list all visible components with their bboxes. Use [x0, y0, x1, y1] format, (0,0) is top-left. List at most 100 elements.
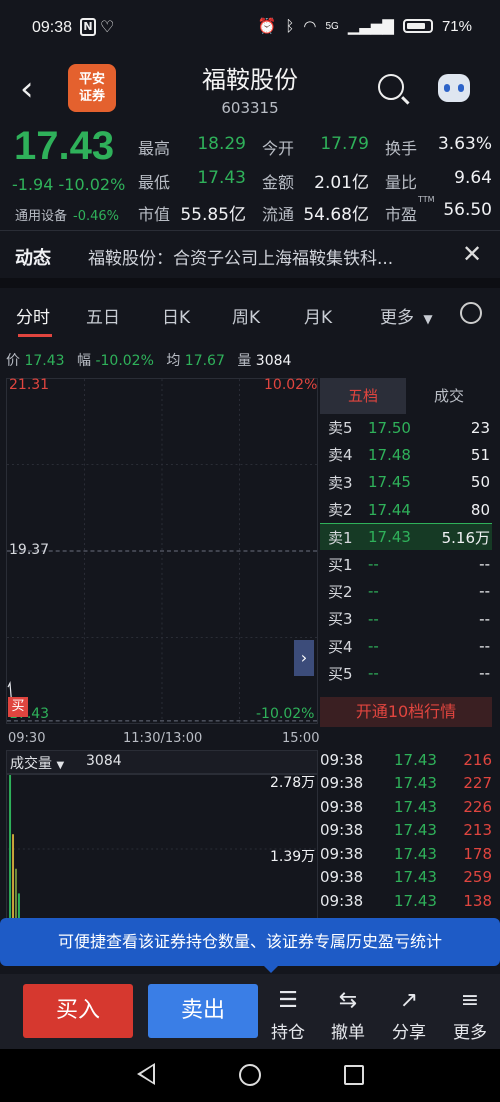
divider [0, 230, 500, 231]
vol-label: 量 [237, 353, 252, 369]
level-price: 17.44 [368, 500, 411, 519]
order-book-row[interactable]: 卖1 17.43 5.16万 [320, 523, 492, 551]
quote-value: 18.29 [197, 134, 246, 154]
volume-tick-high: 2.78万 [270, 775, 316, 791]
chevron-right-icon[interactable]: › [294, 640, 314, 676]
share-button[interactable]: ↗ 分享 [384, 988, 434, 1043]
tab-5day[interactable]: 五日 [86, 303, 120, 328]
section-gap [0, 278, 500, 288]
level-label: 买2 [328, 582, 353, 601]
trade-volume: 213 [463, 821, 492, 840]
trade-row: 09:38 17.43 259 [320, 866, 492, 890]
quote-value: 54.68亿 [303, 205, 369, 225]
back-arrow-icon[interactable]: ‹ [20, 72, 34, 106]
cancel-order-button[interactable]: ⇆ 撤单 [323, 988, 373, 1043]
quote-label: 今开 [262, 139, 295, 158]
share-label: 分享 [392, 1023, 426, 1043]
more-menu-icon: ≡ [460, 988, 480, 1013]
y-axis-top: 21.31 [9, 377, 50, 393]
search-icon[interactable] [378, 74, 404, 100]
trade-price: 17.43 [394, 821, 437, 840]
robot-assistant-icon[interactable] [438, 74, 470, 102]
tab-weekly-k[interactable]: 周K [232, 303, 260, 328]
level-price: 17.43 [368, 528, 411, 547]
order-book-rows: 卖5 17.50 23 卖4 17.48 51 卖3 17.45 50 卖2 17.44 80 卖1 17… [320, 414, 492, 687]
order-book-row[interactable]: 买4 -- -- [320, 632, 492, 659]
quote-value: 56.50 [443, 200, 492, 220]
avg-label: 均 [166, 353, 181, 369]
quote-value: 17.79 [320, 134, 369, 154]
trade-volume: 216 [463, 750, 492, 769]
volume-selector[interactable]: 成交量 ▼ [10, 753, 64, 773]
buy-button[interactable]: 买入 [23, 984, 133, 1038]
trade-price: 17.43 [394, 844, 437, 863]
trade-row: 09:38 17.43 178 [320, 842, 492, 866]
order-book-row[interactable]: 买3 -- -- [320, 605, 492, 632]
cancel-order-label: 撤单 [331, 1023, 365, 1043]
trade-volume: 226 [463, 797, 492, 816]
change-percent: -10.02% [58, 175, 126, 194]
news-headline[interactable]: 福鞍股份：合资子公司上海福鞍集铁科... [88, 244, 458, 269]
tab-intraday[interactable]: 分时 [16, 303, 50, 328]
tab-trades[interactable]: 成交 [406, 378, 492, 414]
bluetooth-icon: ᛒ [285, 17, 295, 35]
price-change: -1.94 -10.02% [12, 175, 125, 194]
order-book-row[interactable]: 买1 -- -- [320, 550, 492, 577]
nav-back-inner [141, 1066, 153, 1082]
sector-link[interactable]: 通用设备 -0.46% [15, 205, 119, 224]
holdings-button[interactable]: ☰ 持仓 [263, 988, 313, 1043]
order-book-row[interactable]: 买5 -- -- [320, 660, 492, 687]
quote-label: 市值 [138, 205, 171, 224]
holdings-icon: ☰ [278, 988, 298, 1013]
status-bar: 09:38 N ♡ ⏰ ᛒ ◠ 5G ▁▃▅▇ 71% [0, 0, 500, 58]
order-book-row[interactable]: 卖3 17.45 50 [320, 469, 492, 496]
trade-row: 09:38 17.43 216 [320, 748, 492, 772]
quote-label: 金额 [262, 173, 295, 192]
quote-label: 最低 [138, 173, 171, 192]
intraday-chart[interactable] [6, 378, 318, 724]
quote-label: 量比 [385, 173, 418, 192]
order-book-row[interactable]: 买2 -- -- [320, 578, 492, 605]
trade-row: 09:38 17.43 138 [320, 889, 492, 913]
alarm-icon: ⏰ [257, 18, 277, 35]
range-value: -10.02% [95, 353, 154, 369]
close-icon[interactable]: ✕ [462, 240, 482, 268]
level-volume: 80 [470, 500, 490, 519]
order-book: 五档 成交 卖5 17.50 23 卖4 17.48 51 卖3 17.45 50 卖2 17.44… [320, 378, 492, 687]
price-label: 价 [6, 353, 20, 369]
trade-price: 17.43 [394, 891, 437, 910]
level-label: 买1 [328, 555, 353, 574]
trade-time: 09:38 [320, 891, 364, 910]
tab-daily-k[interactable]: 日K [162, 303, 190, 328]
buy-marker[interactable]: 买 [8, 697, 28, 717]
nav-recents-icon[interactable] [344, 1065, 364, 1085]
more-button[interactable]: ≡ 更多 [445, 988, 495, 1043]
level-label: 卖3 [328, 473, 353, 492]
open-10-levels-button[interactable]: 开通10档行情 [320, 697, 492, 727]
order-book-row[interactable]: 卖5 17.50 23 [320, 414, 492, 441]
trade-time: 09:38 [320, 821, 364, 840]
gear-icon[interactable] [460, 302, 482, 324]
avg-value: 17.67 [184, 353, 225, 369]
tab-five-levels[interactable]: 五档 [320, 378, 406, 414]
volume-bar [12, 834, 14, 923]
tab-more[interactable]: 更多 ▼ [380, 303, 433, 328]
tooltip-arrow [262, 964, 280, 973]
sell-button[interactable]: 卖出 [148, 984, 258, 1038]
nav-home-icon[interactable] [239, 1064, 261, 1086]
level-label: 卖1 [328, 528, 353, 547]
pct-axis-bottom: -10.02% [256, 706, 315, 722]
tab-monthly-k[interactable]: 月K [304, 303, 332, 328]
level-price: -- [368, 555, 379, 574]
trade-volume: 259 [463, 868, 492, 887]
level-label: 买4 [328, 637, 353, 656]
trade-list: 09:38 17.43 216 09:38 17.43 227 09:38 17.43 226 0… [320, 748, 492, 913]
trade-time: 09:38 [320, 844, 364, 863]
trade-volume: 227 [463, 774, 492, 793]
time-end: 15:00 [282, 731, 320, 746]
holdings-tooltip[interactable]: 可便捷查看该证券持仓数量、该证券专属历史盈亏统计 [0, 918, 500, 966]
trade-time: 09:38 [320, 750, 364, 769]
volume-bar [14, 868, 17, 923]
order-book-row[interactable]: 卖2 17.44 80 [320, 496, 492, 523]
order-book-row[interactable]: 卖4 17.48 51 [320, 441, 492, 468]
